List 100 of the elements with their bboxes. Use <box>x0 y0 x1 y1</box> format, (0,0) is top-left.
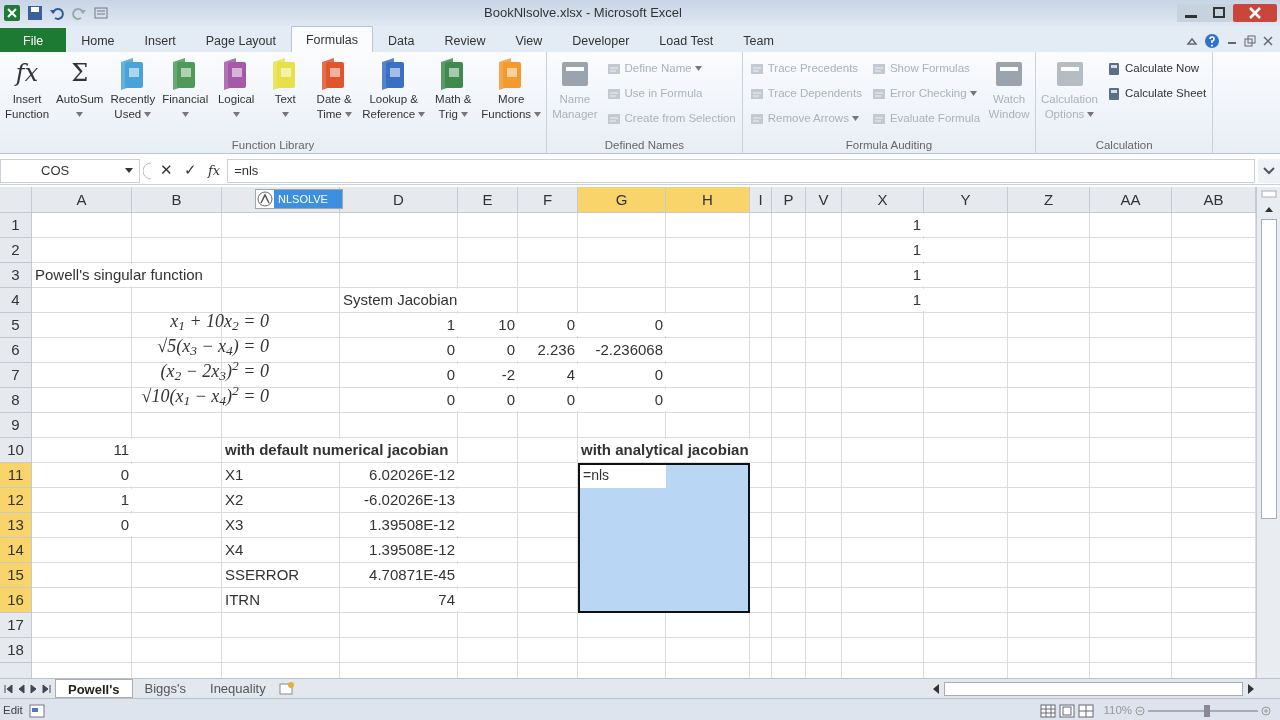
selection-range[interactable] <box>578 463 750 613</box>
name-box[interactable]: COS <box>0 158 140 183</box>
cell-value: with analytical jacobian <box>578 439 752 461</box>
scrollbar-thumb[interactable] <box>1260 219 1277 519</box>
row-header[interactable]: 8 <box>0 388 32 413</box>
undo-icon[interactable] <box>49 5 65 21</box>
ribbon-button[interactable]: More Functions <box>479 56 544 137</box>
cell-value: -6.02026E-13 <box>361 489 458 511</box>
ribbon-tab[interactable]: Home <box>66 28 130 52</box>
column-header[interactable]: Y <box>924 187 1008 213</box>
row-header[interactable]: 17 <box>0 613 32 638</box>
row-header[interactable]: 10 <box>0 438 32 463</box>
equation: (x$_{2}$ − 2x$_{3}$)$^{2}$ = 0 <box>159 360 270 382</box>
row-header[interactable]: 15 <box>0 563 32 588</box>
row-header[interactable]: 6 <box>0 338 32 363</box>
cell-editor[interactable]: =nls <box>580 465 666 488</box>
column-header[interactable]: V <box>806 187 842 213</box>
scrollbar-thumb[interactable] <box>944 681 1243 696</box>
scroll-right-icon[interactable] <box>1246 682 1256 695</box>
file-tab[interactable]: File <box>0 28 67 52</box>
column-header[interactable]: F <box>518 187 578 213</box>
row-header[interactable]: 5 <box>0 313 32 338</box>
ribbon-tab[interactable]: Load Test <box>644 28 729 52</box>
row-header[interactable]: 7 <box>0 363 32 388</box>
sheet-tab[interactable]: Inequality <box>198 679 278 698</box>
macro-record-icon[interactable] <box>28 703 45 718</box>
maximize-icon[interactable] <box>1205 4 1233 22</box>
page-break-icon[interactable] <box>1078 703 1095 718</box>
row-header[interactable]: 9 <box>0 413 32 438</box>
divider-handle-icon[interactable] <box>143 160 153 181</box>
equation: √10(x$_{1}$ − x$_{4}$)$^{2}$ = 0 <box>140 385 270 407</box>
column-header[interactable]: X <box>842 187 924 213</box>
page-layout-icon[interactable] <box>1059 703 1076 718</box>
ribbon-tab[interactable]: Developer <box>557 28 645 52</box>
ribbon-button[interactable]: Calculate Sheet <box>1102 81 1210 106</box>
ribbon-tab[interactable]: Team <box>728 28 789 52</box>
column-header[interactable]: H <box>666 187 750 213</box>
row-header[interactable]: 16 <box>0 588 32 613</box>
app-icon[interactable] <box>3 4 21 22</box>
cancel-button[interactable]: ✕ <box>156 159 177 182</box>
close-icon[interactable] <box>1233 4 1277 22</box>
next-sheet-icon[interactable] <box>29 683 39 694</box>
normal-view-icon[interactable] <box>1040 703 1057 718</box>
ribbon-button[interactable]: Date & Time <box>311 56 358 137</box>
ribbon-tab[interactable]: Review <box>429 28 501 52</box>
enter-button[interactable]: ✓ <box>180 159 201 182</box>
ribbon-tab[interactable]: Data <box>373 28 430 52</box>
sheet-tab[interactable]: Powell's <box>55 679 133 698</box>
status-mode: Edit <box>3 702 23 718</box>
save-icon[interactable] <box>27 5 43 21</box>
next-sheet-icon[interactable] <box>42 683 52 694</box>
row-header[interactable]: 1 <box>0 213 32 238</box>
restore-icon[interactable] <box>1244 35 1256 47</box>
group-label: Formula Auditing <box>844 138 934 153</box>
column-header[interactable]: A <box>32 187 132 213</box>
scroll-left-icon[interactable] <box>931 682 941 695</box>
column-header[interactable]: P <box>772 187 806 213</box>
previous-sheet-icon[interactable] <box>16 683 26 694</box>
row-header[interactable]: 11 <box>0 463 32 488</box>
insert-function-button[interactable]: fx <box>204 160 225 181</box>
minimize-icon[interactable] <box>1177 4 1205 22</box>
close-icon[interactable] <box>1262 35 1274 47</box>
ribbon-button[interactable]: Text <box>262 56 309 137</box>
sheet-tab[interactable]: Biggs's <box>132 679 198 698</box>
row-header[interactable]: 13 <box>0 513 32 538</box>
zoom-in-icon[interactable] <box>1261 705 1271 716</box>
column-header[interactable]: B <box>132 187 222 213</box>
formula-field[interactable]: =nls <box>227 158 1255 183</box>
column-header[interactable]: Z <box>1008 187 1090 213</box>
row-header[interactable]: 4 <box>0 288 32 313</box>
zoom-slider-thumb[interactable] <box>1204 704 1210 717</box>
ribbon-tab[interactable]: Formulas <box>290 26 374 52</box>
ribbon-tab[interactable]: Insert <box>129 28 191 52</box>
ribbon-button[interactable]: Math & Trig <box>430 56 477 137</box>
ribbon-button[interactable]: Calculate Now <box>1102 56 1210 81</box>
ribbon-tab[interactable]: Page Layout <box>190 28 291 52</box>
row-header[interactable]: 14 <box>0 538 32 563</box>
column-header[interactable]: AA <box>1090 187 1172 213</box>
help-icon[interactable] <box>1204 33 1220 49</box>
row-header[interactable]: 2 <box>0 238 32 263</box>
column-header[interactable]: AB <box>1172 187 1256 213</box>
row-header[interactable]: 3 <box>0 263 32 288</box>
zoom-out-icon[interactable] <box>1135 705 1145 716</box>
ribbon-button[interactable]: fx Insert Function <box>3 56 52 137</box>
ribbon-button[interactable]: Lookup & Reference <box>360 56 428 137</box>
ribbon-button[interactable]: Recently Used <box>108 56 158 137</box>
expand-icon[interactable] <box>1258 158 1280 183</box>
previous-sheet-icon[interactable] <box>3 683 13 694</box>
column-header[interactable]: D <box>340 187 458 213</box>
row-header[interactable]: 12 <box>0 488 32 513</box>
column-header[interactable]: E <box>458 187 518 213</box>
ribbon-button[interactable]: Σ AutoSum <box>54 56 106 137</box>
collapse-icon[interactable] <box>1186 35 1198 47</box>
column-header[interactable]: G <box>578 187 666 213</box>
ribbon-button[interactable]: Financial <box>160 56 211 137</box>
row-header[interactable]: 18 <box>0 638 32 663</box>
caret-icon[interactable] <box>125 168 133 173</box>
ribbon-tab[interactable]: View <box>500 28 558 52</box>
column-header[interactable]: I <box>750 187 772 213</box>
ribbon-button[interactable]: Logical <box>213 56 260 137</box>
